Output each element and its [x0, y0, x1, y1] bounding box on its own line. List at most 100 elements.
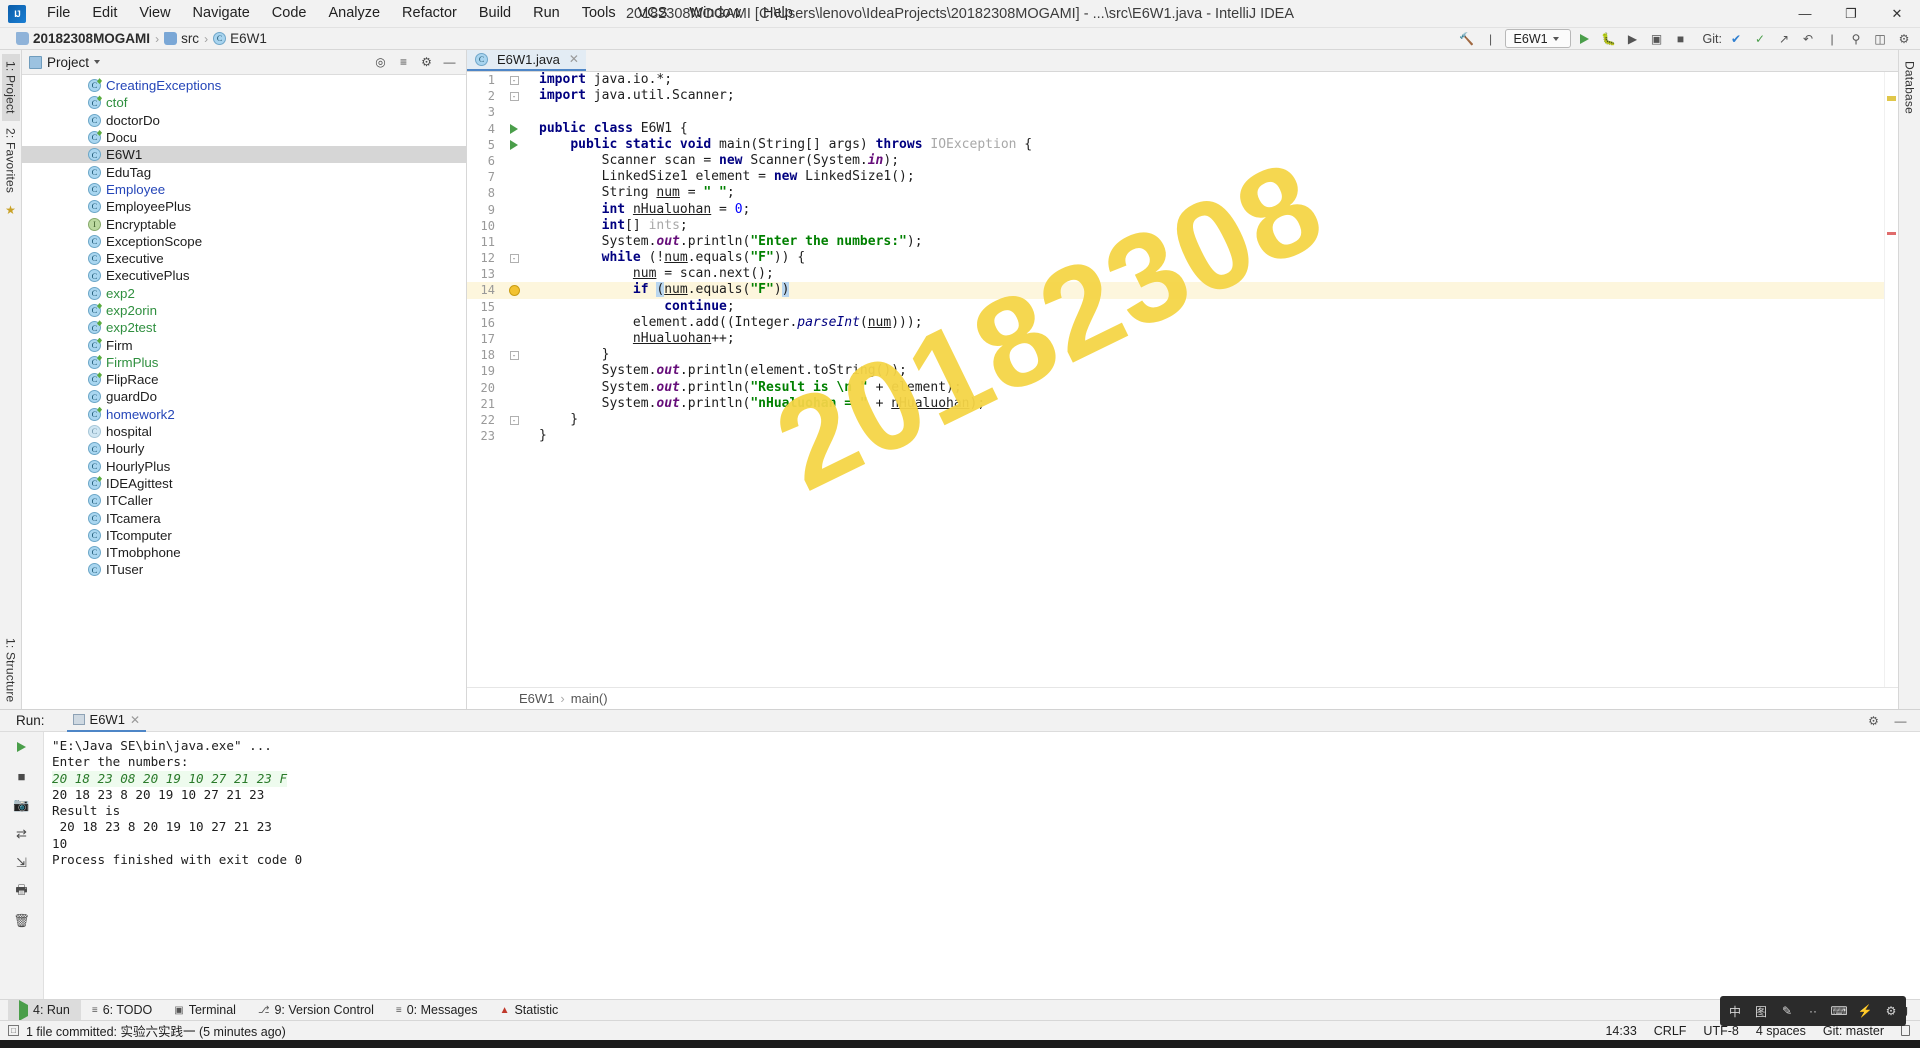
gear-icon[interactable]: ⚙: [1894, 30, 1914, 48]
project-scope-chevron-icon[interactable]: [94, 60, 101, 64]
menu-item-file[interactable]: File: [36, 2, 81, 25]
tree-item-itcamera[interactable]: C ITcamera: [22, 509, 466, 526]
panel-settings-gear-icon[interactable]: ⚙: [419, 55, 434, 70]
run-hide-icon[interactable]: —: [1893, 713, 1908, 728]
build-hammer-icon[interactable]: 🔨: [1457, 30, 1477, 48]
menu-item-run[interactable]: Run: [522, 2, 571, 25]
code-line-17[interactable]: 17 nHualuohan++;: [467, 331, 1884, 347]
project-file-tree[interactable]: C CreatingExceptions Cctof CdoctorDo C Docu C E…: [22, 75, 466, 709]
breadcrumb-src[interactable]: src: [164, 31, 199, 46]
code-line-18[interactable]: 18- }: [467, 347, 1884, 363]
run-coverage-icon[interactable]: ▶: [1623, 30, 1643, 48]
ime-toolbar[interactable]: 中图 ✎ ·· ⌨ ⚡ ⚙: [1720, 996, 1906, 1026]
ime-pen-icon[interactable]: ✎: [1774, 996, 1800, 1026]
code-line-11[interactable]: 11 System.out.println("Enter the numbers…: [467, 234, 1884, 250]
tree-item-hospital[interactable]: Chospital: [22, 423, 466, 440]
toolwindow-tab-terminal[interactable]: ▣ Terminal: [163, 1000, 247, 1021]
sidebar-item-database[interactable]: Database: [1901, 54, 1919, 121]
git-push-icon[interactable]: ↗: [1774, 30, 1794, 48]
code-line-3[interactable]: 3: [467, 104, 1884, 120]
tree-item-itcaller[interactable]: C ITCaller: [22, 492, 466, 509]
code-line-7[interactable]: 7 LinkedSize1 element = new LinkedSize1(…: [467, 169, 1884, 185]
hide-panel-icon[interactable]: —: [442, 55, 457, 70]
tree-item-exp2orin[interactable]: Cexp2orin: [22, 302, 466, 319]
status-line-separator[interactable]: CRLF: [1654, 1024, 1687, 1038]
editor-breadcrumb-class[interactable]: E6W1: [519, 691, 554, 706]
code-line-10[interactable]: 10 int[] ints;: [467, 218, 1884, 234]
run-settings-gear-icon[interactable]: ⚙: [1866, 713, 1881, 728]
menu-item-vcs[interactable]: VCS: [627, 2, 679, 25]
tree-item-executiveplus[interactable]: C ExecutivePlus: [22, 267, 466, 284]
run-gutter-icon[interactable]: [497, 121, 531, 137]
locate-file-icon[interactable]: ◎: [373, 55, 388, 70]
tree-item-fliprace[interactable]: C FlipRace: [22, 371, 466, 388]
stop-process-icon[interactable]: ■: [13, 767, 31, 785]
menu-item-build[interactable]: Build: [468, 2, 522, 25]
code-content[interactable]: 1- import java.io.*; 2- import java.util.Sc…: [467, 72, 1884, 687]
run-configuration-selector[interactable]: E6W1: [1504, 29, 1571, 48]
run-tab-close-icon[interactable]: ✕: [130, 713, 140, 727]
menu-item-code[interactable]: Code: [261, 2, 318, 25]
breadcrumb-project[interactable]: 20182308MOGAMI: [16, 31, 150, 46]
tree-item-encryptable[interactable]: I Encryptable: [22, 215, 466, 232]
screenshot-icon[interactable]: 📷: [13, 796, 31, 814]
minimize-button[interactable]: —: [1782, 0, 1828, 28]
ime-mode-icon[interactable]: 图: [1748, 996, 1774, 1026]
tree-item-creatingexceptions[interactable]: C CreatingExceptions: [22, 77, 466, 94]
status-message[interactable]: 1 file committed: 实验六实践一 (5 minutes ago): [26, 1021, 286, 1040]
tree-item-docu[interactable]: C Docu: [22, 129, 466, 146]
menu-item-analyze[interactable]: Analyze: [317, 2, 391, 25]
toolwindow-tab-versioncontrol[interactable]: ⎇ 9: Version Control: [247, 1000, 385, 1021]
menu-item-view[interactable]: View: [128, 2, 181, 25]
tree-item-ctof[interactable]: Cctof: [22, 94, 466, 111]
editor-breadcrumb-method[interactable]: main(): [571, 691, 608, 706]
menu-item-window[interactable]: Window: [678, 2, 752, 25]
export-icon[interactable]: ⇲: [13, 854, 31, 872]
lock-icon[interactable]: [1901, 1025, 1910, 1036]
menu-item-tools[interactable]: Tools: [571, 2, 627, 25]
rerun-icon[interactable]: [13, 738, 31, 756]
collapse-all-icon[interactable]: ≡: [396, 55, 411, 70]
ime-language-icon[interactable]: 中: [1722, 996, 1748, 1026]
stop-icon[interactable]: ■: [1671, 30, 1691, 48]
tree-item-ituser[interactable]: C ITuser: [22, 561, 466, 578]
ime-settings-icon[interactable]: ⚙: [1878, 996, 1904, 1026]
wrap-text-icon[interactable]: ⇄: [13, 825, 31, 843]
code-line-19[interactable]: 19 System.out.println(element.toString()…: [467, 363, 1884, 379]
clear-all-icon[interactable]: 🗑: [13, 912, 31, 930]
toolwindow-tab-messages[interactable]: ≡ 0: Messages: [385, 1000, 489, 1021]
ime-tools-icon[interactable]: ⚡: [1852, 996, 1878, 1026]
intention-bulb-icon[interactable]: [497, 282, 531, 298]
run-tab-e6w1[interactable]: E6W1 ✕: [66, 710, 146, 732]
tree-item-itcomputer[interactable]: C ITcomputer: [22, 527, 466, 544]
tree-item-firm[interactable]: C Firm: [22, 336, 466, 353]
tree-item-homework2[interactable]: Chomework2: [22, 406, 466, 423]
tree-item-executive[interactable]: C Executive: [22, 250, 466, 267]
code-line-8[interactable]: 8 String num = " ";: [467, 185, 1884, 201]
code-line-22[interactable]: 22- }: [467, 412, 1884, 428]
code-line-5[interactable]: 5 public static void main(String[] args)…: [467, 137, 1884, 153]
debug-bug-icon[interactable]: 🐛: [1599, 30, 1619, 48]
tree-item-ideagittest[interactable]: C IDEAgittest: [22, 475, 466, 492]
toolwindow-tab-statistic[interactable]: ▲ Statistic: [489, 1000, 570, 1021]
menu-item-help[interactable]: Help: [752, 2, 804, 25]
tree-item-employee[interactable]: C Employee: [22, 181, 466, 198]
git-rollback-icon[interactable]: ↶: [1798, 30, 1818, 48]
run-gutter-icon[interactable]: [497, 137, 531, 153]
code-line-1[interactable]: 1- import java.io.*;: [467, 72, 1884, 88]
sidebar-item-structure[interactable]: 1: Structure: [2, 631, 20, 709]
code-line-21[interactable]: 21 System.out.println("nHualuohan = " + …: [467, 396, 1884, 412]
code-line-20[interactable]: 20 System.out.println("Result is \n " + …: [467, 380, 1884, 396]
tree-item-edutag[interactable]: C EduTag: [22, 163, 466, 180]
profile-icon[interactable]: ▣: [1647, 30, 1667, 48]
tree-item-e6w1[interactable]: C E6W1: [22, 146, 466, 164]
ime-keyboard-icon[interactable]: ⌨: [1826, 996, 1852, 1026]
search-everywhere-icon[interactable]: ⚲: [1846, 30, 1866, 48]
toolwindow-tab-run[interactable]: 4: Run: [8, 999, 81, 1021]
print-icon[interactable]: 🖶: [13, 882, 31, 901]
tree-item-employeeplus[interactable]: C EmployeePlus: [22, 198, 466, 215]
git-commit-icon[interactable]: ✓: [1750, 30, 1770, 48]
close-button[interactable]: ✕: [1874, 0, 1920, 28]
code-line-2[interactable]: 2- import java.util.Scanner;: [467, 88, 1884, 104]
code-line-12[interactable]: 12- while (!num.equals("F")) {: [467, 250, 1884, 266]
